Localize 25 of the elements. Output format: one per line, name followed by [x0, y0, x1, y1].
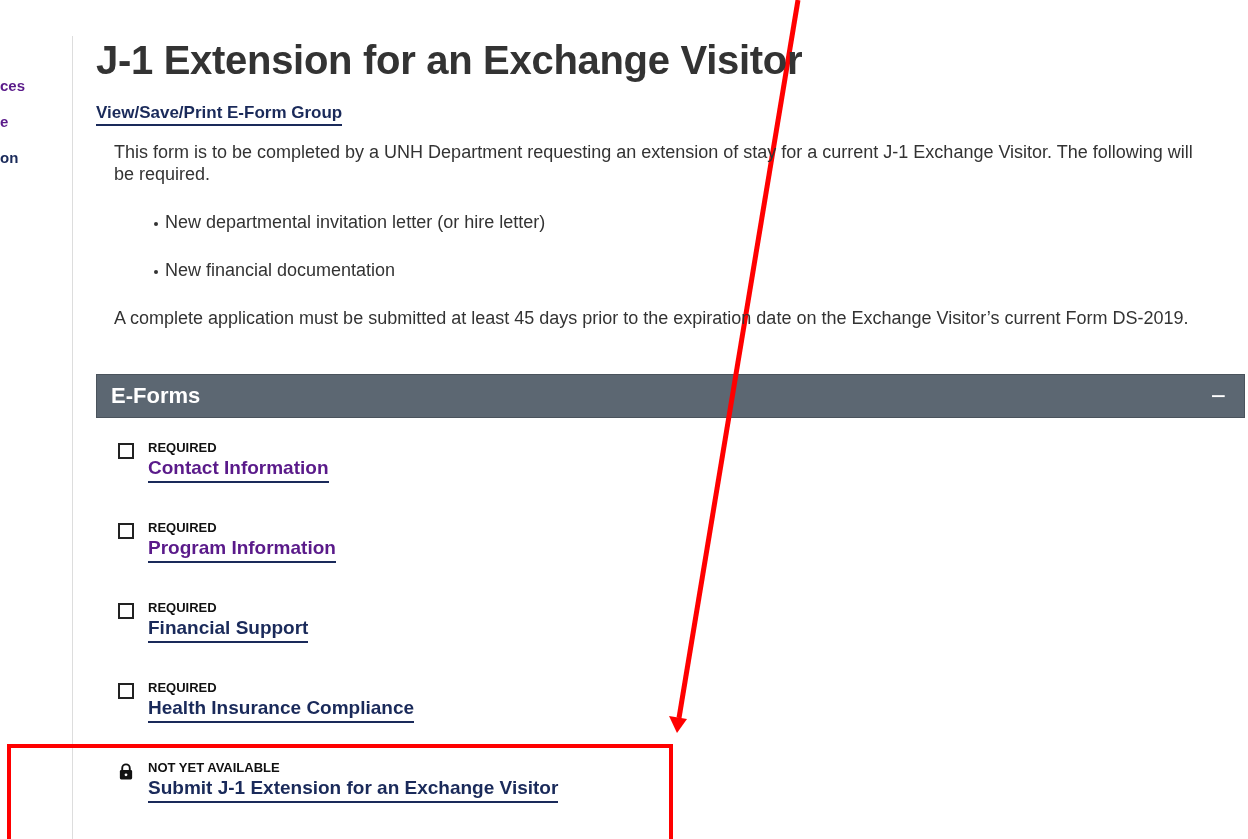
requirement-text: New financial documentation: [165, 259, 396, 281]
sidebar-link[interactable]: on: [0, 149, 19, 167]
checkbox[interactable]: [117, 523, 134, 539]
status-label: REQUIRED: [148, 680, 217, 696]
lock-icon: [118, 763, 133, 780]
sidebar-link[interactable]: e: [0, 113, 9, 131]
form-link[interactable]: Program Information: [148, 536, 336, 563]
status-label: REQUIRED: [148, 440, 217, 456]
checkbox[interactable]: [117, 683, 134, 699]
form-link[interactable]: Submit J-1 Extension for an Exchange Visitor: [148, 776, 559, 803]
sidebar-link[interactable]: ces: [0, 77, 26, 95]
collapse-button[interactable]: −: [1206, 383, 1230, 409]
status-label: NOT YET AVAILABLE: [148, 760, 280, 776]
form-link[interactable]: Health Insurance Compliance: [148, 696, 415, 723]
bullet-icon: [154, 269, 158, 274]
section-title: E-Forms: [111, 383, 201, 409]
bullet-icon: [154, 221, 158, 226]
requirement-text: New departmental invitation letter (or hire letter): [165, 211, 546, 233]
status-label: REQUIRED: [148, 600, 217, 616]
checkbox[interactable]: [117, 443, 134, 459]
view-save-print-link[interactable]: View/Save/Print E-Form Group: [96, 102, 343, 126]
form-link[interactable]: Contact Information: [148, 456, 329, 483]
status-label: REQUIRED: [148, 520, 217, 536]
checkbox[interactable]: [117, 603, 134, 619]
form-link[interactable]: Financial Support: [148, 616, 309, 643]
